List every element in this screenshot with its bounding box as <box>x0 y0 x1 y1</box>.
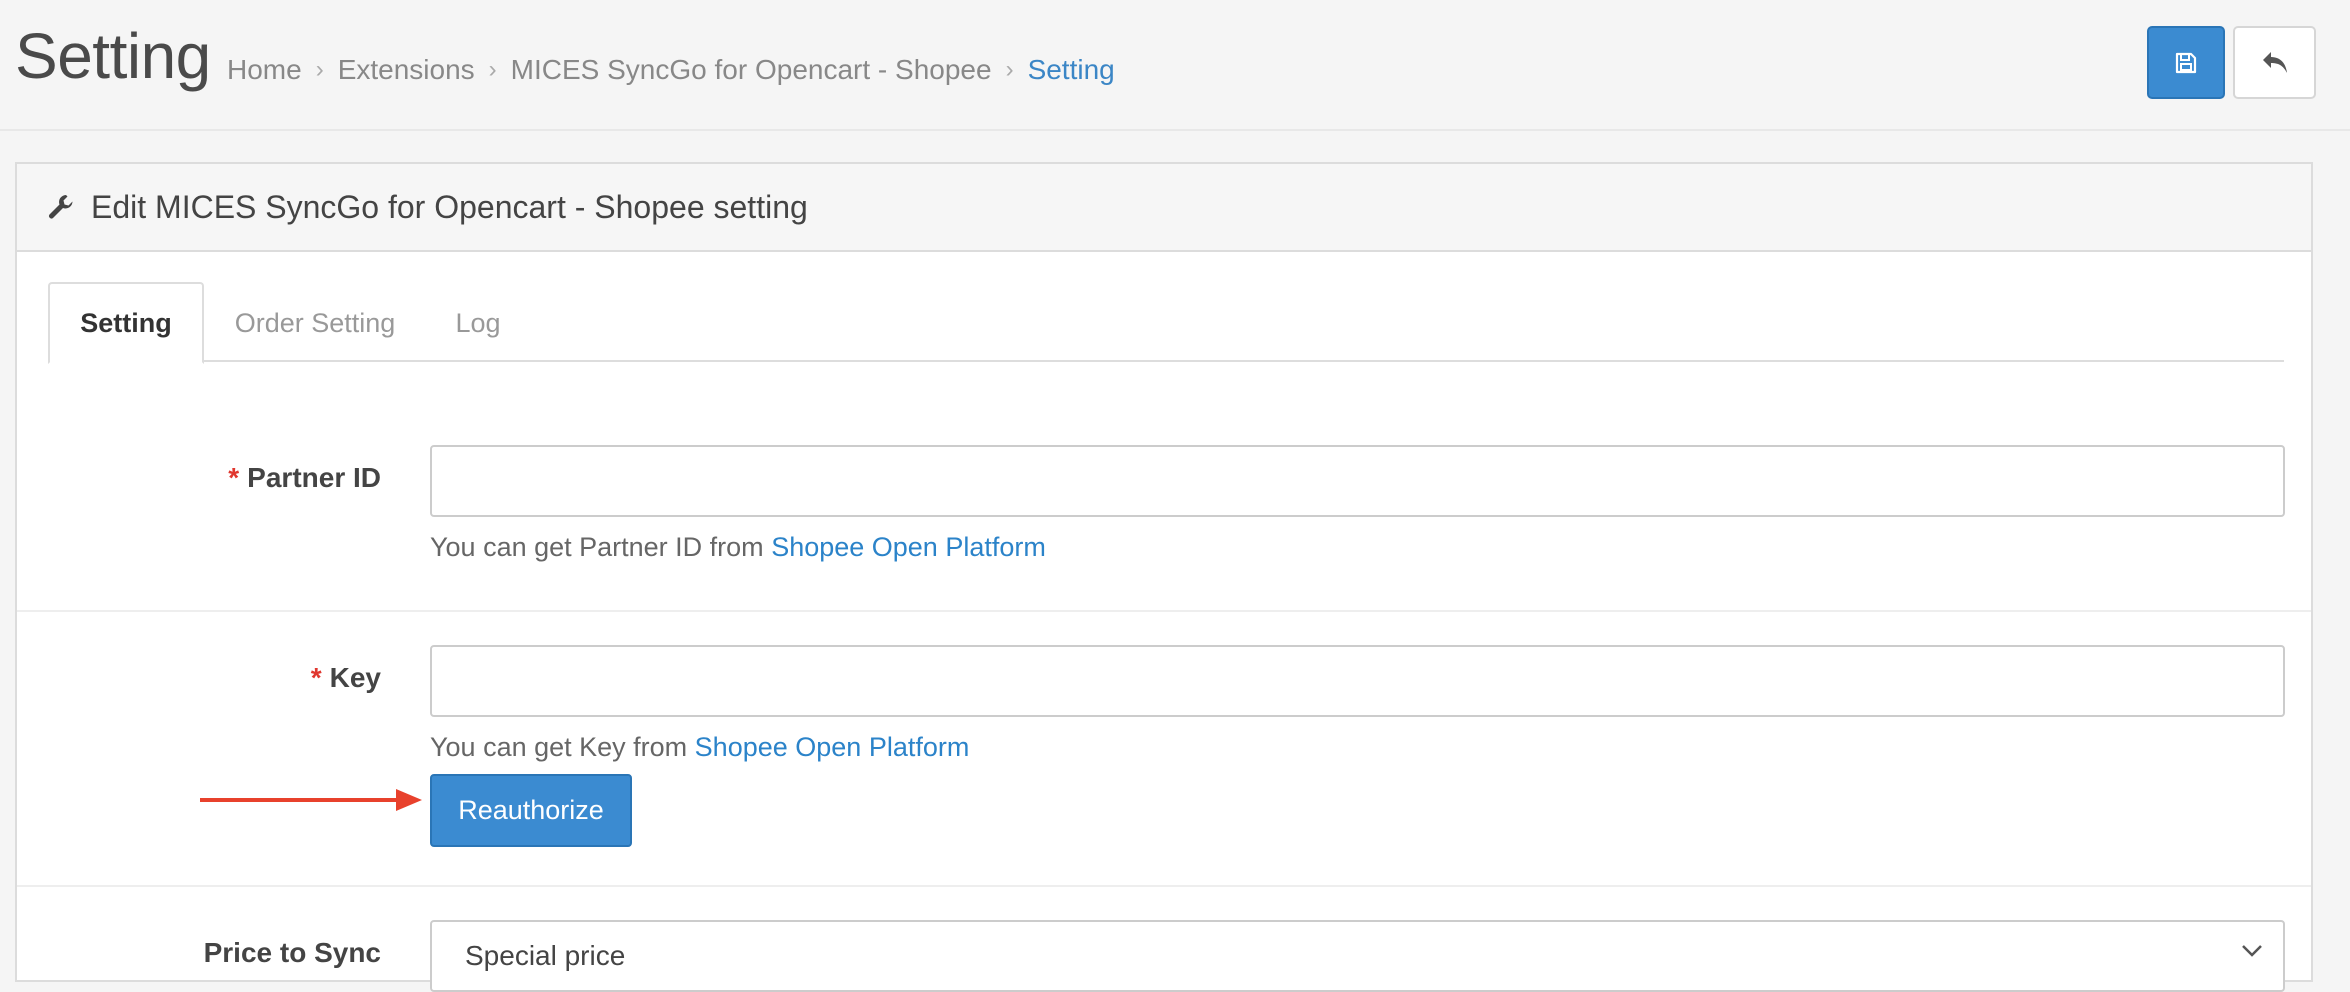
tab-setting[interactable]: Setting <box>48 282 204 364</box>
panel-title: Edit MICES SyncGo for Opencart - Shopee … <box>91 188 808 225</box>
partner-id-help-text: You can get Partner ID from <box>430 532 772 562</box>
partner-id-label-text: Partner ID <box>247 462 381 493</box>
form-group-key: * Key You can get Key from Shopee Open Pl… <box>17 612 2311 887</box>
form-group-partner-id: * Partner ID You can get Partner ID from … <box>17 362 2311 612</box>
key-label-text: Key <box>329 662 381 693</box>
breadcrumb-separator-icon: › <box>1005 56 1014 83</box>
chevron-down-icon <box>2242 945 2262 957</box>
breadcrumb-module[interactable]: MICES SyncGo for Opencart - Shopee <box>511 54 992 86</box>
breadcrumb-extensions[interactable]: Extensions <box>338 54 475 86</box>
reauthorize-button[interactable]: Reauthorize <box>430 774 632 847</box>
form-group-price-to-sync: Price to Sync Special price <box>17 887 2311 992</box>
panel-heading: Edit MICES SyncGo for Opencart - Shopee … <box>17 164 2311 252</box>
page-header: Setting Home › Extensions › MICES SyncGo… <box>0 0 2350 131</box>
breadcrumb-separator-icon: › <box>488 56 497 83</box>
partner-id-help: You can get Partner ID from Shopee Open … <box>430 532 1046 563</box>
price-to-sync-select[interactable]: Special price <box>430 920 2285 992</box>
floppy-disk-icon <box>2175 52 2197 73</box>
required-marker: * <box>228 462 240 493</box>
tab-bar: Setting Order Setting Log <box>48 282 2284 364</box>
key-input[interactable] <box>430 645 2285 717</box>
required-marker: * <box>310 662 322 693</box>
tab-order-setting[interactable]: Order Setting <box>220 282 410 364</box>
tab-log[interactable]: Log <box>428 282 528 364</box>
breadcrumb-setting[interactable]: Setting <box>1028 54 1115 86</box>
price-to-sync-selected: Special price <box>465 940 626 971</box>
breadcrumb-separator-icon: › <box>315 56 324 83</box>
shopee-open-platform-link[interactable]: Shopee Open Platform <box>771 532 1046 562</box>
settings-panel: Edit MICES SyncGo for Opencart - Shopee … <box>15 162 2313 992</box>
wrench-icon <box>49 195 73 219</box>
shopee-open-platform-link[interactable]: Shopee Open Platform <box>695 732 970 762</box>
breadcrumb-home[interactable]: Home <box>227 54 302 86</box>
key-label: * Key <box>311 662 381 694</box>
key-help: You can get Key from Shopee Open Platfor… <box>430 732 969 763</box>
save-button[interactable] <box>2147 26 2225 99</box>
price-to-sync-label: Price to Sync <box>203 937 381 968</box>
page-title: Setting <box>15 20 211 92</box>
back-button[interactable] <box>2233 26 2316 99</box>
key-help-text: You can get Key from <box>430 732 695 762</box>
partner-id-input[interactable] <box>430 445 2285 517</box>
annotation-arrow-icon <box>200 789 422 811</box>
partner-id-label: * Partner ID <box>228 462 381 494</box>
breadcrumb: Home › Extensions › MICES SyncGo for Ope… <box>227 54 1115 86</box>
reply-arrow-icon <box>2262 51 2287 73</box>
